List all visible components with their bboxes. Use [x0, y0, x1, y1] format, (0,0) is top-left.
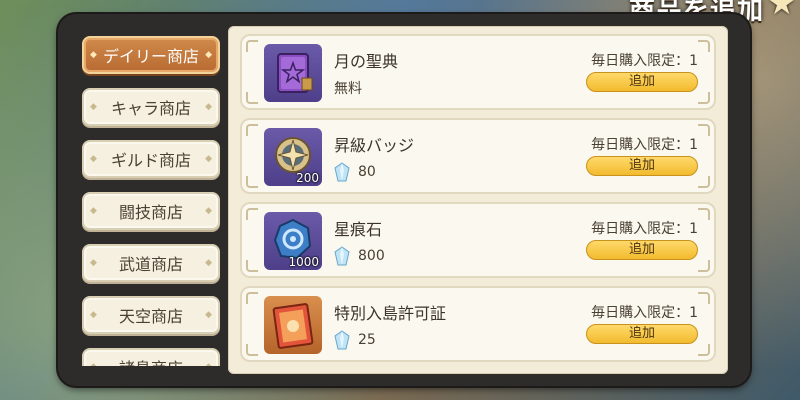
- item-name: 星痕石: [334, 220, 383, 239]
- stone-icon: 1000: [264, 212, 322, 270]
- ornament-icon: ◆: [90, 154, 97, 164]
- ornament-icon: ◆: [90, 258, 97, 268]
- tab-martial-shop[interactable]: ◆ 武道商店 ◆: [82, 244, 220, 282]
- gem-icon: [334, 162, 350, 182]
- tab-guild-shop[interactable]: ◆ ギルド商店 ◆: [82, 140, 220, 178]
- item-quantity: 1000: [288, 255, 319, 269]
- item-quantity: 200: [296, 171, 319, 185]
- shop-item: 月の聖典 無料 毎日購入限定：1 追加: [240, 34, 716, 110]
- item-price: 25: [334, 330, 376, 350]
- book-icon: [264, 44, 322, 102]
- ornament-icon: ◆: [205, 362, 212, 366]
- ornament-icon: ◆: [205, 154, 212, 164]
- tab-sky-shop[interactable]: ◆ 天空商店 ◆: [82, 296, 220, 334]
- purchase-limit: 毎日購入限定：1: [591, 305, 698, 321]
- tab-daily-shop[interactable]: ◆ デイリー商店 ◆: [82, 36, 220, 74]
- badge-icon: 200: [264, 128, 322, 186]
- ornament-icon: ◆: [205, 102, 212, 112]
- price-value: 80: [358, 164, 376, 180]
- gem-icon: [334, 246, 350, 266]
- purchase-limit: 毎日購入限定：1: [591, 221, 698, 237]
- ornament-icon: ◆: [205, 310, 212, 320]
- shop-item: 1000 星痕石 800 毎日購入限定：1 追加: [240, 202, 716, 278]
- gem-icon: [334, 330, 350, 350]
- tab-label: 武道商店: [118, 255, 183, 274]
- ornament-icon: ◆: [205, 50, 212, 60]
- add-button[interactable]: 追加: [586, 240, 698, 260]
- tab-label: キャラ商店: [110, 99, 191, 118]
- item-price: 800: [334, 246, 385, 266]
- ornament-icon: ◆: [90, 50, 97, 60]
- price-value: 25: [358, 332, 376, 348]
- shop-item: 特別入島許可証 25 毎日購入限定：1 追加: [240, 286, 716, 362]
- shop-item: 200 昇級バッジ 80 毎日購入限定：1 追加: [240, 118, 716, 194]
- item-name: 昇級バッジ: [334, 136, 415, 155]
- tab-label: ギルド商店: [110, 151, 191, 170]
- ornament-icon: ◆: [90, 102, 97, 112]
- add-button[interactable]: 追加: [586, 72, 698, 92]
- shop-sidebar: ◆ デイリー商店 ◆ ◆ キャラ商店 ◆ ◆ ギルド商店 ◆ ◆ 闘技商店 ◆ …: [78, 36, 228, 366]
- shop-item-list: 月の聖典 無料 毎日購入限定：1 追加 200 昇級バッジ 80 毎日購入限定：…: [228, 26, 728, 374]
- tab-arena-shop[interactable]: ◆ 闘技商店 ◆: [82, 192, 220, 230]
- tab-character-shop[interactable]: ◆ キャラ商店 ◆: [82, 88, 220, 126]
- item-price: 無料: [334, 78, 362, 98]
- ornament-icon: ◆: [205, 258, 212, 268]
- tab-label: デイリー商店: [102, 47, 199, 66]
- purchase-limit: 毎日購入限定：1: [591, 137, 698, 153]
- purchase-limit: 毎日購入限定：1: [591, 53, 698, 69]
- item-name: 月の聖典: [334, 52, 399, 71]
- ornament-icon: ◆: [90, 362, 97, 366]
- pass-icon: [264, 296, 322, 354]
- ornament-icon: ◆: [90, 206, 97, 216]
- ornament-icon: ◆: [90, 310, 97, 320]
- tab-label: 闘技商店: [118, 203, 183, 222]
- add-button[interactable]: 追加: [586, 324, 698, 344]
- star-icon: ★: [767, 0, 796, 22]
- price-value: 無料: [334, 81, 362, 97]
- ornament-icon: ◆: [205, 206, 212, 216]
- item-price: 80: [334, 162, 376, 182]
- price-value: 800: [358, 248, 385, 264]
- item-name: 特別入島許可証: [334, 304, 447, 323]
- tab-islands-shop[interactable]: ◆ 諸島商店 ◆: [82, 348, 220, 366]
- tab-label: 諸島商店: [119, 355, 183, 366]
- tab-label: 天空商店: [118, 307, 183, 326]
- add-button[interactable]: 追加: [586, 156, 698, 176]
